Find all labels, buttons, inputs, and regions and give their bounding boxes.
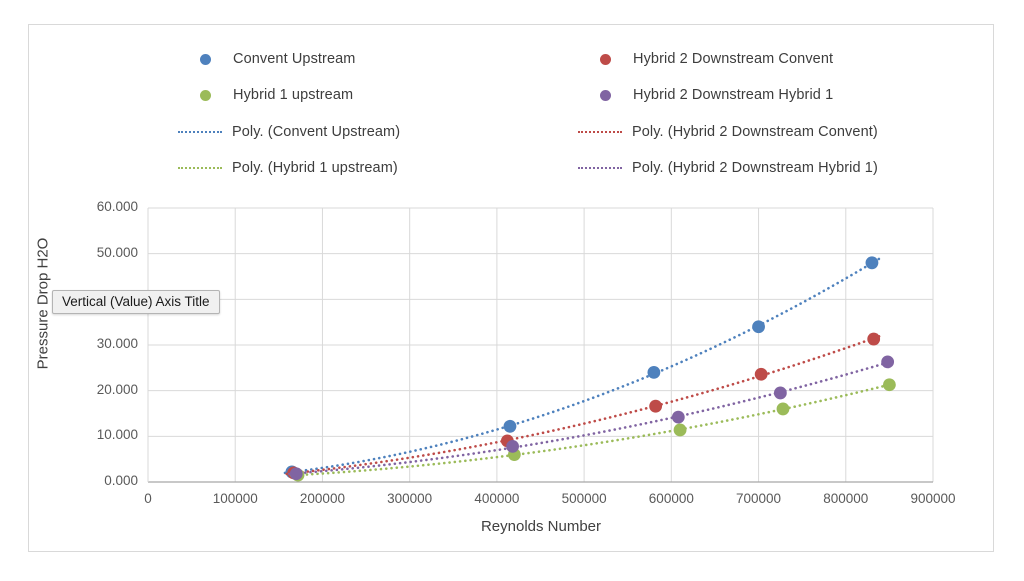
legend-item-poly-hybrid2-downstream-convent[interactable]: Poly. (Hybrid 2 Downstream Convent) (578, 124, 878, 140)
legend-item-label: Poly. (Hybrid 2 Downstream Hybrid 1) (632, 160, 878, 176)
x-axis-tick-label: 100000 (212, 491, 258, 506)
legend-item-poly-hybrid2-downstream-hybrid1[interactable]: Poly. (Hybrid 2 Downstream Hybrid 1) (578, 160, 878, 176)
x-axis-tick-label: 800000 (823, 491, 869, 506)
y-axis-tick-label: 30.000 (96, 336, 138, 351)
dotted-line-icon (178, 131, 222, 133)
legend-marker-icon (600, 53, 611, 65)
vertical-axis-title[interactable]: Pressure Drop H2O (35, 189, 52, 419)
legend-item-hybrid2-downstream-hybrid1[interactable]: Hybrid 2 Downstream Hybrid 1 (600, 87, 833, 103)
x-axis-tick-label: 500000 (561, 491, 607, 506)
y-axis-tick-label: 50.000 (96, 244, 138, 260)
dotted-line-icon (578, 131, 622, 133)
legend-item-label: Hybrid 2 Downstream Convent (633, 51, 834, 67)
legend-item-label: Convent Upstream (233, 51, 356, 67)
x-axis-tick-label: 700000 (736, 491, 782, 506)
x-axis-tick-label: 300000 (387, 491, 433, 506)
x-axis-tick-label: 600000 (648, 491, 694, 506)
y-axis-tick-label: 0.000 (104, 473, 138, 488)
legend-marker-icon (200, 53, 211, 65)
legend-item-label: Poly. (Hybrid 1 upstream) (232, 160, 398, 176)
y-axis-tick-label: 10.000 (96, 427, 138, 443)
x-axis-tick-label: 400000 (474, 491, 520, 506)
legend-item-poly-hybrid1-upstream[interactable]: Poly. (Hybrid 1 upstream) (178, 160, 398, 176)
dotted-line-icon (578, 167, 622, 169)
horizontal-axis-title[interactable]: Reynolds Number (148, 518, 934, 535)
dotted-line-icon (178, 167, 222, 169)
legend-item-label: Hybrid 2 Downstream Hybrid 1 (633, 87, 834, 103)
chart-legend: Convent Upstream Hybrid 2 Downstream Con… (160, 42, 900, 192)
x-axis-tick-label: 200000 (299, 491, 345, 506)
legend-item-hybrid1-upstream[interactable]: Hybrid 1 upstream (200, 87, 353, 103)
legend-item-hybrid2-downstream-convent[interactable]: Hybrid 2 Downstream Convent (600, 51, 833, 67)
x-axis-tick-label: 0 (144, 491, 152, 506)
legend-item-label: Hybrid 1 upstream (233, 87, 354, 103)
x-axis-tick-label: 900000 (910, 491, 956, 506)
y-axis-tick-label: 20.000 (96, 381, 138, 397)
axis-title-tooltip: Vertical (Value) Axis Title (52, 290, 220, 314)
legend-marker-icon (200, 89, 211, 101)
legend-item-label: Poly. (Hybrid 2 Downstream Convent) (632, 124, 878, 140)
legend-item-poly-convent-upstream[interactable]: Poly. (Convent Upstream) (178, 124, 400, 140)
legend-item-convent-upstream[interactable]: Convent Upstream (200, 51, 356, 67)
legend-item-label: Poly. (Convent Upstream) (232, 124, 401, 140)
y-axis-tick-label: 60.000 (96, 199, 138, 214)
legend-marker-icon (600, 89, 611, 101)
